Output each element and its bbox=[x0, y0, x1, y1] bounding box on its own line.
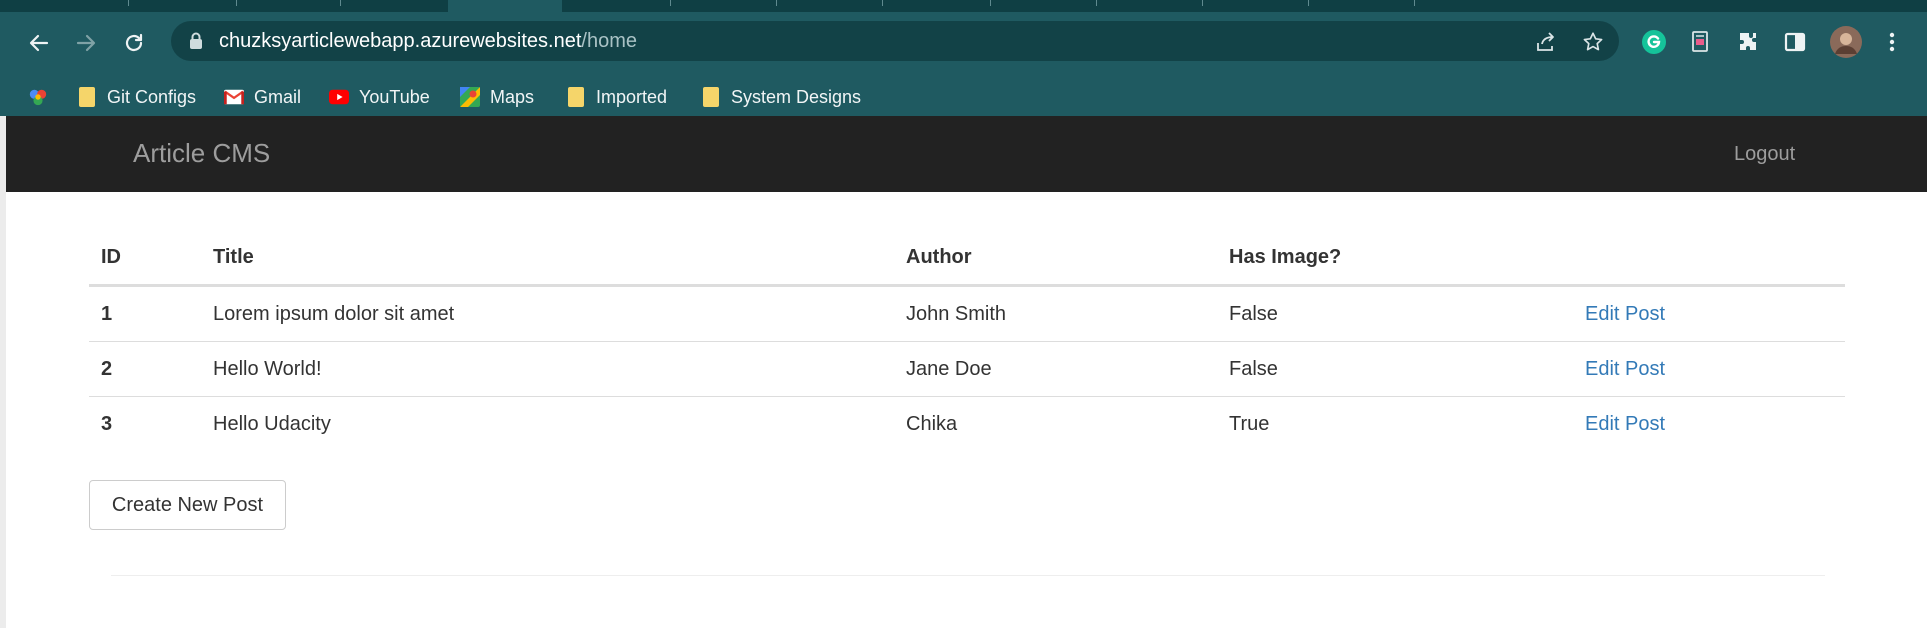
address-url[interactable]: chuzksyarticlewebapp.azurewebsites.net/h… bbox=[219, 30, 637, 53]
extensions-puzzle-icon[interactable] bbox=[1733, 27, 1763, 57]
tab-separator bbox=[1096, 0, 1097, 6]
bookmark-youtube[interactable]: YouTube bbox=[329, 85, 430, 109]
bookmark-label: Git Configs bbox=[107, 86, 197, 107]
bookmark-label: Maps bbox=[490, 86, 535, 107]
tab-separator bbox=[776, 0, 777, 6]
column-header-has-image: Has Image? bbox=[1217, 230, 1573, 287]
cell-author: John Smith bbox=[894, 285, 1217, 342]
column-header-title: Title bbox=[201, 230, 894, 287]
profile-avatar-icon[interactable] bbox=[1829, 25, 1863, 59]
apps-icon bbox=[28, 87, 48, 107]
side-panel-icon[interactable] bbox=[1780, 27, 1810, 57]
tab-separator bbox=[1414, 0, 1415, 6]
table-header-row: ID Title Author Has Image? bbox=[89, 230, 1845, 287]
bookmark-apps[interactable] bbox=[28, 85, 48, 109]
cell-has-image: False bbox=[1217, 285, 1573, 342]
edit-post-link[interactable]: Edit Post bbox=[1585, 413, 1665, 435]
tab-separator bbox=[1202, 0, 1203, 6]
bookmark-git-configs[interactable]: Git Configs bbox=[77, 85, 196, 109]
youtube-icon bbox=[329, 87, 349, 107]
back-button[interactable] bbox=[22, 26, 56, 60]
bookmark-label: Imported bbox=[596, 86, 668, 107]
bookmark-imported[interactable]: Imported bbox=[566, 85, 667, 109]
tab-separator bbox=[128, 0, 129, 6]
page-viewport: Article CMS Logout ID Title Author Has I… bbox=[6, 116, 1927, 628]
edit-post-link[interactable]: Edit Post bbox=[1585, 358, 1665, 380]
cell-author: Jane Doe bbox=[894, 341, 1217, 397]
bookmark-gmail[interactable]: Gmail bbox=[224, 85, 301, 109]
tab-strip bbox=[0, 0, 1927, 12]
bookmark-maps[interactable]: Maps bbox=[460, 85, 534, 109]
back-arrow-icon bbox=[29, 34, 49, 52]
table-row: 1 Lorem ipsum dolor sit amet John Smith … bbox=[89, 285, 1845, 342]
column-header-id: ID bbox=[89, 230, 201, 287]
active-tab[interactable] bbox=[448, 0, 562, 12]
cell-has-image: False bbox=[1217, 341, 1573, 397]
browser-toolbar: chuzksyarticlewebapp.azurewebsites.net/h… bbox=[0, 12, 1927, 116]
cell-actions: Edit Post bbox=[1573, 285, 1845, 342]
extension-document-icon[interactable] bbox=[1686, 27, 1716, 57]
bookmark-label: System Designs bbox=[731, 86, 862, 107]
cell-id: 3 bbox=[101, 412, 113, 435]
cell-has-image: True bbox=[1229, 412, 1270, 435]
bookmark-star-icon[interactable] bbox=[1581, 30, 1605, 54]
forward-arrow-icon bbox=[76, 34, 96, 52]
cell-id: 2 bbox=[89, 341, 201, 397]
bookmark-system-designs[interactable]: System Designs bbox=[701, 85, 861, 109]
column-header-author: Author bbox=[894, 230, 1217, 287]
cell-actions: Edit Post bbox=[1573, 397, 1845, 452]
tab-separator bbox=[882, 0, 883, 6]
footer-divider bbox=[111, 575, 1825, 576]
reload-button[interactable] bbox=[117, 26, 151, 60]
cell-title: Hello World! bbox=[201, 341, 894, 397]
column-header-actions bbox=[1573, 230, 1845, 287]
cell-id: 1 bbox=[89, 285, 201, 342]
logout-link[interactable]: Logout bbox=[1734, 143, 1795, 166]
url-host: chuzksyarticlewebapp.azurewebsites.net bbox=[219, 30, 582, 52]
folder-icon bbox=[701, 87, 721, 107]
cell-title: Hello Udacity bbox=[213, 412, 331, 435]
tab-separator bbox=[990, 0, 991, 6]
posts-table: ID Title Author Has Image? 1 Lorem ipsum… bbox=[89, 230, 1845, 451]
tab-separator bbox=[340, 0, 341, 6]
share-icon[interactable] bbox=[1534, 30, 1558, 54]
create-new-post-button[interactable]: Create New Post bbox=[89, 480, 286, 530]
gmail-icon bbox=[224, 87, 244, 107]
edit-post-link[interactable]: Edit Post bbox=[1585, 303, 1665, 325]
cell-actions: Edit Post bbox=[1573, 341, 1845, 397]
table-row: 2 Hello World! Jane Doe False Edit Post bbox=[89, 341, 1845, 397]
lock-icon[interactable] bbox=[189, 32, 203, 55]
tab-separator bbox=[236, 0, 237, 6]
bookmarks-bar: Git Configs Gmail YouTube Maps Imported bbox=[0, 76, 1927, 116]
folder-icon bbox=[566, 87, 586, 107]
reload-icon bbox=[125, 33, 143, 52]
url-path: /home bbox=[581, 30, 638, 52]
navbar-brand[interactable]: Article CMS bbox=[133, 138, 270, 169]
app-navbar: Article CMS Logout bbox=[6, 116, 1927, 192]
browser-menu-icon[interactable] bbox=[1877, 27, 1907, 57]
forward-button[interactable] bbox=[69, 26, 103, 60]
bookmark-label: YouTube bbox=[359, 86, 430, 107]
tab-separator bbox=[670, 0, 671, 6]
maps-icon bbox=[460, 87, 480, 107]
cell-title: Lorem ipsum dolor sit amet bbox=[201, 285, 894, 342]
folder-icon bbox=[77, 87, 97, 107]
address-bar[interactable]: chuzksyarticlewebapp.azurewebsites.net/h… bbox=[171, 21, 1619, 61]
tab-separator bbox=[1308, 0, 1309, 6]
bookmark-label: Gmail bbox=[254, 86, 302, 107]
grammarly-extension-icon[interactable] bbox=[1639, 27, 1669, 57]
table-row: 3 Hello Udacity Chika True Edit Post bbox=[89, 397, 1845, 452]
cell-author: Chika bbox=[906, 412, 958, 435]
